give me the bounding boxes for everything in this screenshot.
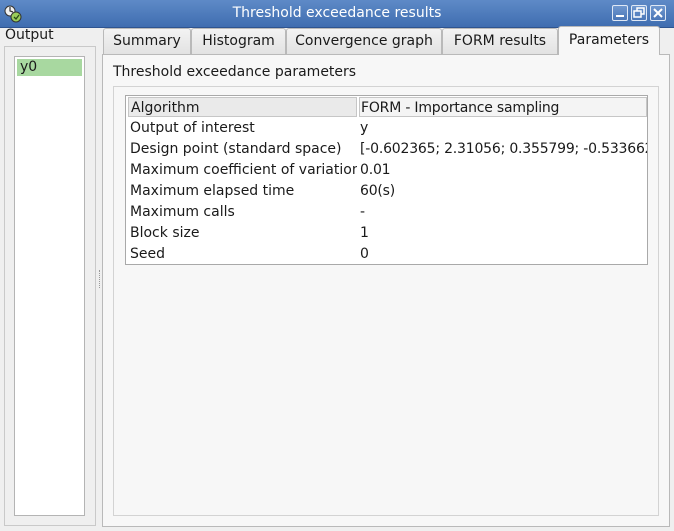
- table-row[interactable]: Maximum coefficient of variation 0.01: [126, 160, 647, 181]
- parameters-table[interactable]: Algorithm FORM - Importance sampling Out…: [125, 95, 648, 265]
- param-value: 60(s): [360, 183, 396, 199]
- table-row[interactable]: Output of interest y: [126, 118, 647, 139]
- param-name: Design point (standard space): [130, 141, 342, 157]
- tab-histogram[interactable]: Histogram: [191, 28, 286, 54]
- restore-icon[interactable]: [631, 5, 647, 21]
- table-row[interactable]: Design point (standard space) [-0.602365…: [126, 139, 647, 160]
- param-name: Maximum elapsed time: [130, 183, 295, 199]
- minimize-icon[interactable]: [612, 5, 628, 21]
- tab-summary[interactable]: Summary: [103, 28, 191, 54]
- param-name: Block size: [130, 225, 200, 241]
- param-value: 0.01: [360, 162, 391, 178]
- tab-parameters[interactable]: Parameters: [558, 26, 660, 55]
- output-list[interactable]: y0: [14, 56, 85, 516]
- parameters-group-title: Threshold exceedance parameters: [113, 64, 357, 80]
- tab-convergence-graph[interactable]: Convergence graph: [286, 28, 442, 54]
- output-panel-label: Output: [5, 27, 54, 43]
- param-name: Output of interest: [130, 120, 255, 136]
- param-value: -: [360, 204, 365, 220]
- table-row[interactable]: Maximum elapsed time 60(s): [126, 181, 647, 202]
- window-title: Threshold exceedance results: [232, 5, 442, 21]
- table-row[interactable]: Seed 0: [126, 244, 647, 265]
- param-name: Seed: [130, 246, 165, 262]
- param-value: 0: [360, 246, 369, 262]
- param-name: Algorithm: [128, 97, 357, 117]
- table-row[interactable]: Block size 1: [126, 223, 647, 244]
- param-name: Maximum calls: [130, 204, 235, 220]
- param-name: Maximum coefficient of variation: [130, 162, 357, 178]
- table-row[interactable]: Algorithm FORM - Importance sampling: [126, 97, 647, 118]
- tab-form-results[interactable]: FORM results: [442, 28, 558, 54]
- output-list-item-y0[interactable]: y0: [17, 59, 82, 76]
- close-icon[interactable]: [650, 5, 666, 21]
- param-value: FORM - Importance sampling: [359, 97, 647, 117]
- param-value: 1: [360, 225, 369, 241]
- param-value: y: [360, 120, 369, 136]
- table-row[interactable]: Maximum calls -: [126, 202, 647, 223]
- param-value: [-0.602365; 2.31056; 0.355799; -0.533662…: [360, 141, 647, 157]
- window-titlebar[interactable]: Threshold exceedance results: [0, 0, 674, 28]
